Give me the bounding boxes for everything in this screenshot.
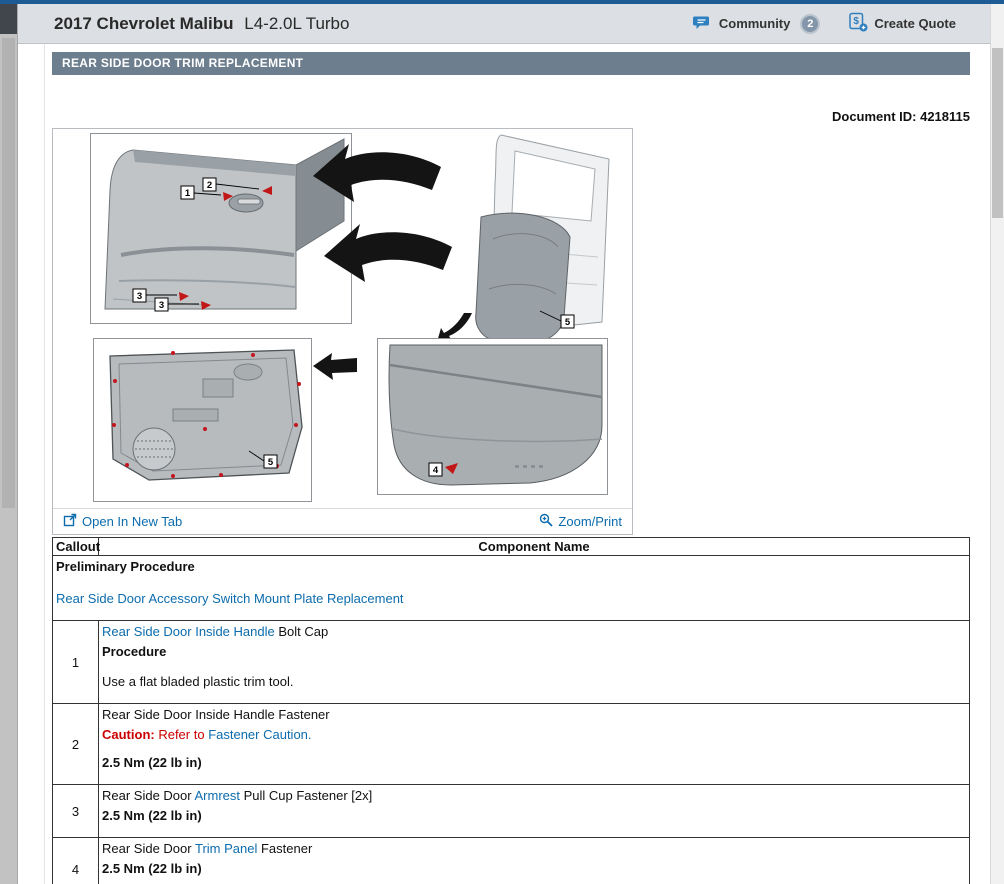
- page-title: 2017 Chevrolet Malibu L4-2.0L Turbo: [54, 14, 349, 34]
- table-row: 3 Rear Side Door Armrest Pull Cup Fasten…: [53, 785, 970, 838]
- preliminary-procedure-title: Preliminary Procedure: [56, 557, 966, 577]
- callout-1: 1: [181, 186, 194, 199]
- left-scrollbar-thumb[interactable]: [2, 38, 15, 508]
- create-quote-button[interactable]: $ Create Quote: [848, 12, 956, 35]
- community-button[interactable]: Community 2: [693, 14, 821, 34]
- callout-3b: 3: [155, 298, 168, 311]
- callout-5-exploded: 5: [561, 315, 574, 328]
- procedure-title-banner: REAR SIDE DOOR TRIM REPLACEMENT: [52, 52, 970, 75]
- callout-number: 3: [53, 785, 99, 838]
- left-panel-divider: [44, 44, 45, 884]
- community-icon: [693, 14, 713, 34]
- callout-column-header: Callout: [53, 538, 99, 556]
- external-link-icon: [63, 513, 77, 530]
- open-in-new-tab-label: Open In New Tab: [82, 514, 182, 529]
- community-count-badge: 2: [800, 14, 820, 34]
- component-text: Bolt Cap: [275, 624, 328, 639]
- zoom-icon: [539, 513, 553, 530]
- table-row: 2 Rear Side Door Inside Handle Fastener …: [53, 704, 970, 785]
- figure-back-view: 5: [94, 339, 358, 502]
- zoom-print-label: Zoom/Print: [558, 514, 622, 529]
- vehicle-title: 2017 Chevrolet Malibu: [54, 14, 234, 33]
- caution-text: Refer to: [155, 727, 208, 742]
- svg-text:3: 3: [137, 291, 142, 302]
- right-scrollbar[interactable]: [990, 4, 1004, 884]
- header-actions: Community 2 $ Create Quote: [693, 12, 956, 35]
- door-trim-diagram: 1 2 3 3: [53, 129, 632, 508]
- component-text: Rear Side Door Inside Handle Fastener: [102, 705, 966, 725]
- figure-exploded-view: 5: [313, 135, 609, 343]
- document-id: Document ID: 4218115: [832, 109, 970, 124]
- caution-label: Caution:: [102, 727, 155, 742]
- vehicle-engine: L4-2.0L Turbo: [244, 14, 349, 33]
- torque-spec: 2.5 Nm (22 lb in): [102, 806, 966, 826]
- svg-text:4: 4: [433, 465, 439, 476]
- callout-3a: 3: [133, 289, 146, 302]
- component-text: Pull Cup Fastener [2x]: [240, 788, 372, 803]
- figure-corner-view: 4: [378, 339, 608, 495]
- trim-panel-link[interactable]: Trim Panel: [195, 841, 257, 856]
- component-text: Rear Side Door: [102, 788, 195, 803]
- callout-table: Callout Component Name Preliminary Proce…: [52, 537, 970, 884]
- fastener-caution-link[interactable]: Fastener Caution.: [208, 727, 311, 742]
- table-row: 1 Rear Side Door Inside Handle Bolt Cap …: [53, 621, 970, 704]
- figure-interior-view: 1 2 3 3: [91, 134, 352, 324]
- page: 2017 Chevrolet Malibu L4-2.0L Turbo Comm…: [0, 0, 1004, 884]
- callout-2: 2: [203, 178, 216, 191]
- inside-handle-link[interactable]: Rear Side Door Inside Handle: [102, 624, 275, 639]
- svg-text:5: 5: [268, 457, 274, 468]
- torque-spec: 2.5 Nm (22 lb in): [102, 753, 966, 773]
- component-column-header: Component Name: [99, 538, 970, 556]
- svg-text:3: 3: [159, 300, 164, 311]
- callout-number: 1: [53, 621, 99, 704]
- procedure-label: Procedure: [102, 642, 966, 662]
- table-row: 4 Rear Side Door Trim Panel Fastener 2.5…: [53, 838, 970, 884]
- svg-text:2: 2: [207, 180, 212, 191]
- callout-5-back: 5: [264, 455, 277, 468]
- torque-spec: 2.5 Nm (22 lb in): [102, 859, 966, 879]
- svg-text:$: $: [854, 16, 860, 27]
- community-label: Community: [719, 16, 791, 31]
- zoom-print-link[interactable]: Zoom/Print: [539, 513, 622, 530]
- left-scrollbar[interactable]: [0, 4, 18, 884]
- svg-text:5: 5: [565, 317, 571, 328]
- header-bar: 2017 Chevrolet Malibu L4-2.0L Turbo Comm…: [18, 4, 990, 44]
- create-quote-icon: $: [848, 12, 868, 35]
- armrest-link[interactable]: Armrest: [195, 788, 241, 803]
- figure-panel: 1 2 3 3: [52, 128, 633, 535]
- procedure-note: Use a flat bladed plastic trim tool.: [102, 672, 966, 692]
- preliminary-procedure-link[interactable]: Rear Side Door Accessory Switch Mount Pl…: [56, 591, 404, 606]
- callout-number: 4: [53, 838, 99, 884]
- svg-text:1: 1: [185, 188, 191, 199]
- table-header-row: Callout Component Name: [53, 538, 970, 556]
- component-text: Fastener: [257, 841, 312, 856]
- right-scrollbar-thumb[interactable]: [992, 48, 1003, 218]
- open-in-new-tab-link[interactable]: Open In New Tab: [63, 513, 182, 530]
- figure-footer: Open In New Tab Zoom/Print: [53, 508, 632, 534]
- callout-4: 4: [429, 463, 442, 476]
- left-scrollbar-button[interactable]: [0, 4, 17, 34]
- create-quote-label: Create Quote: [874, 16, 956, 31]
- callout-number: 2: [53, 704, 99, 785]
- content-area: REAR SIDE DOOR TRIM REPLACEMENT Document…: [18, 44, 990, 884]
- component-text: Rear Side Door: [102, 841, 195, 856]
- preliminary-procedure-row: Preliminary Procedure Rear Side Door Acc…: [53, 556, 970, 621]
